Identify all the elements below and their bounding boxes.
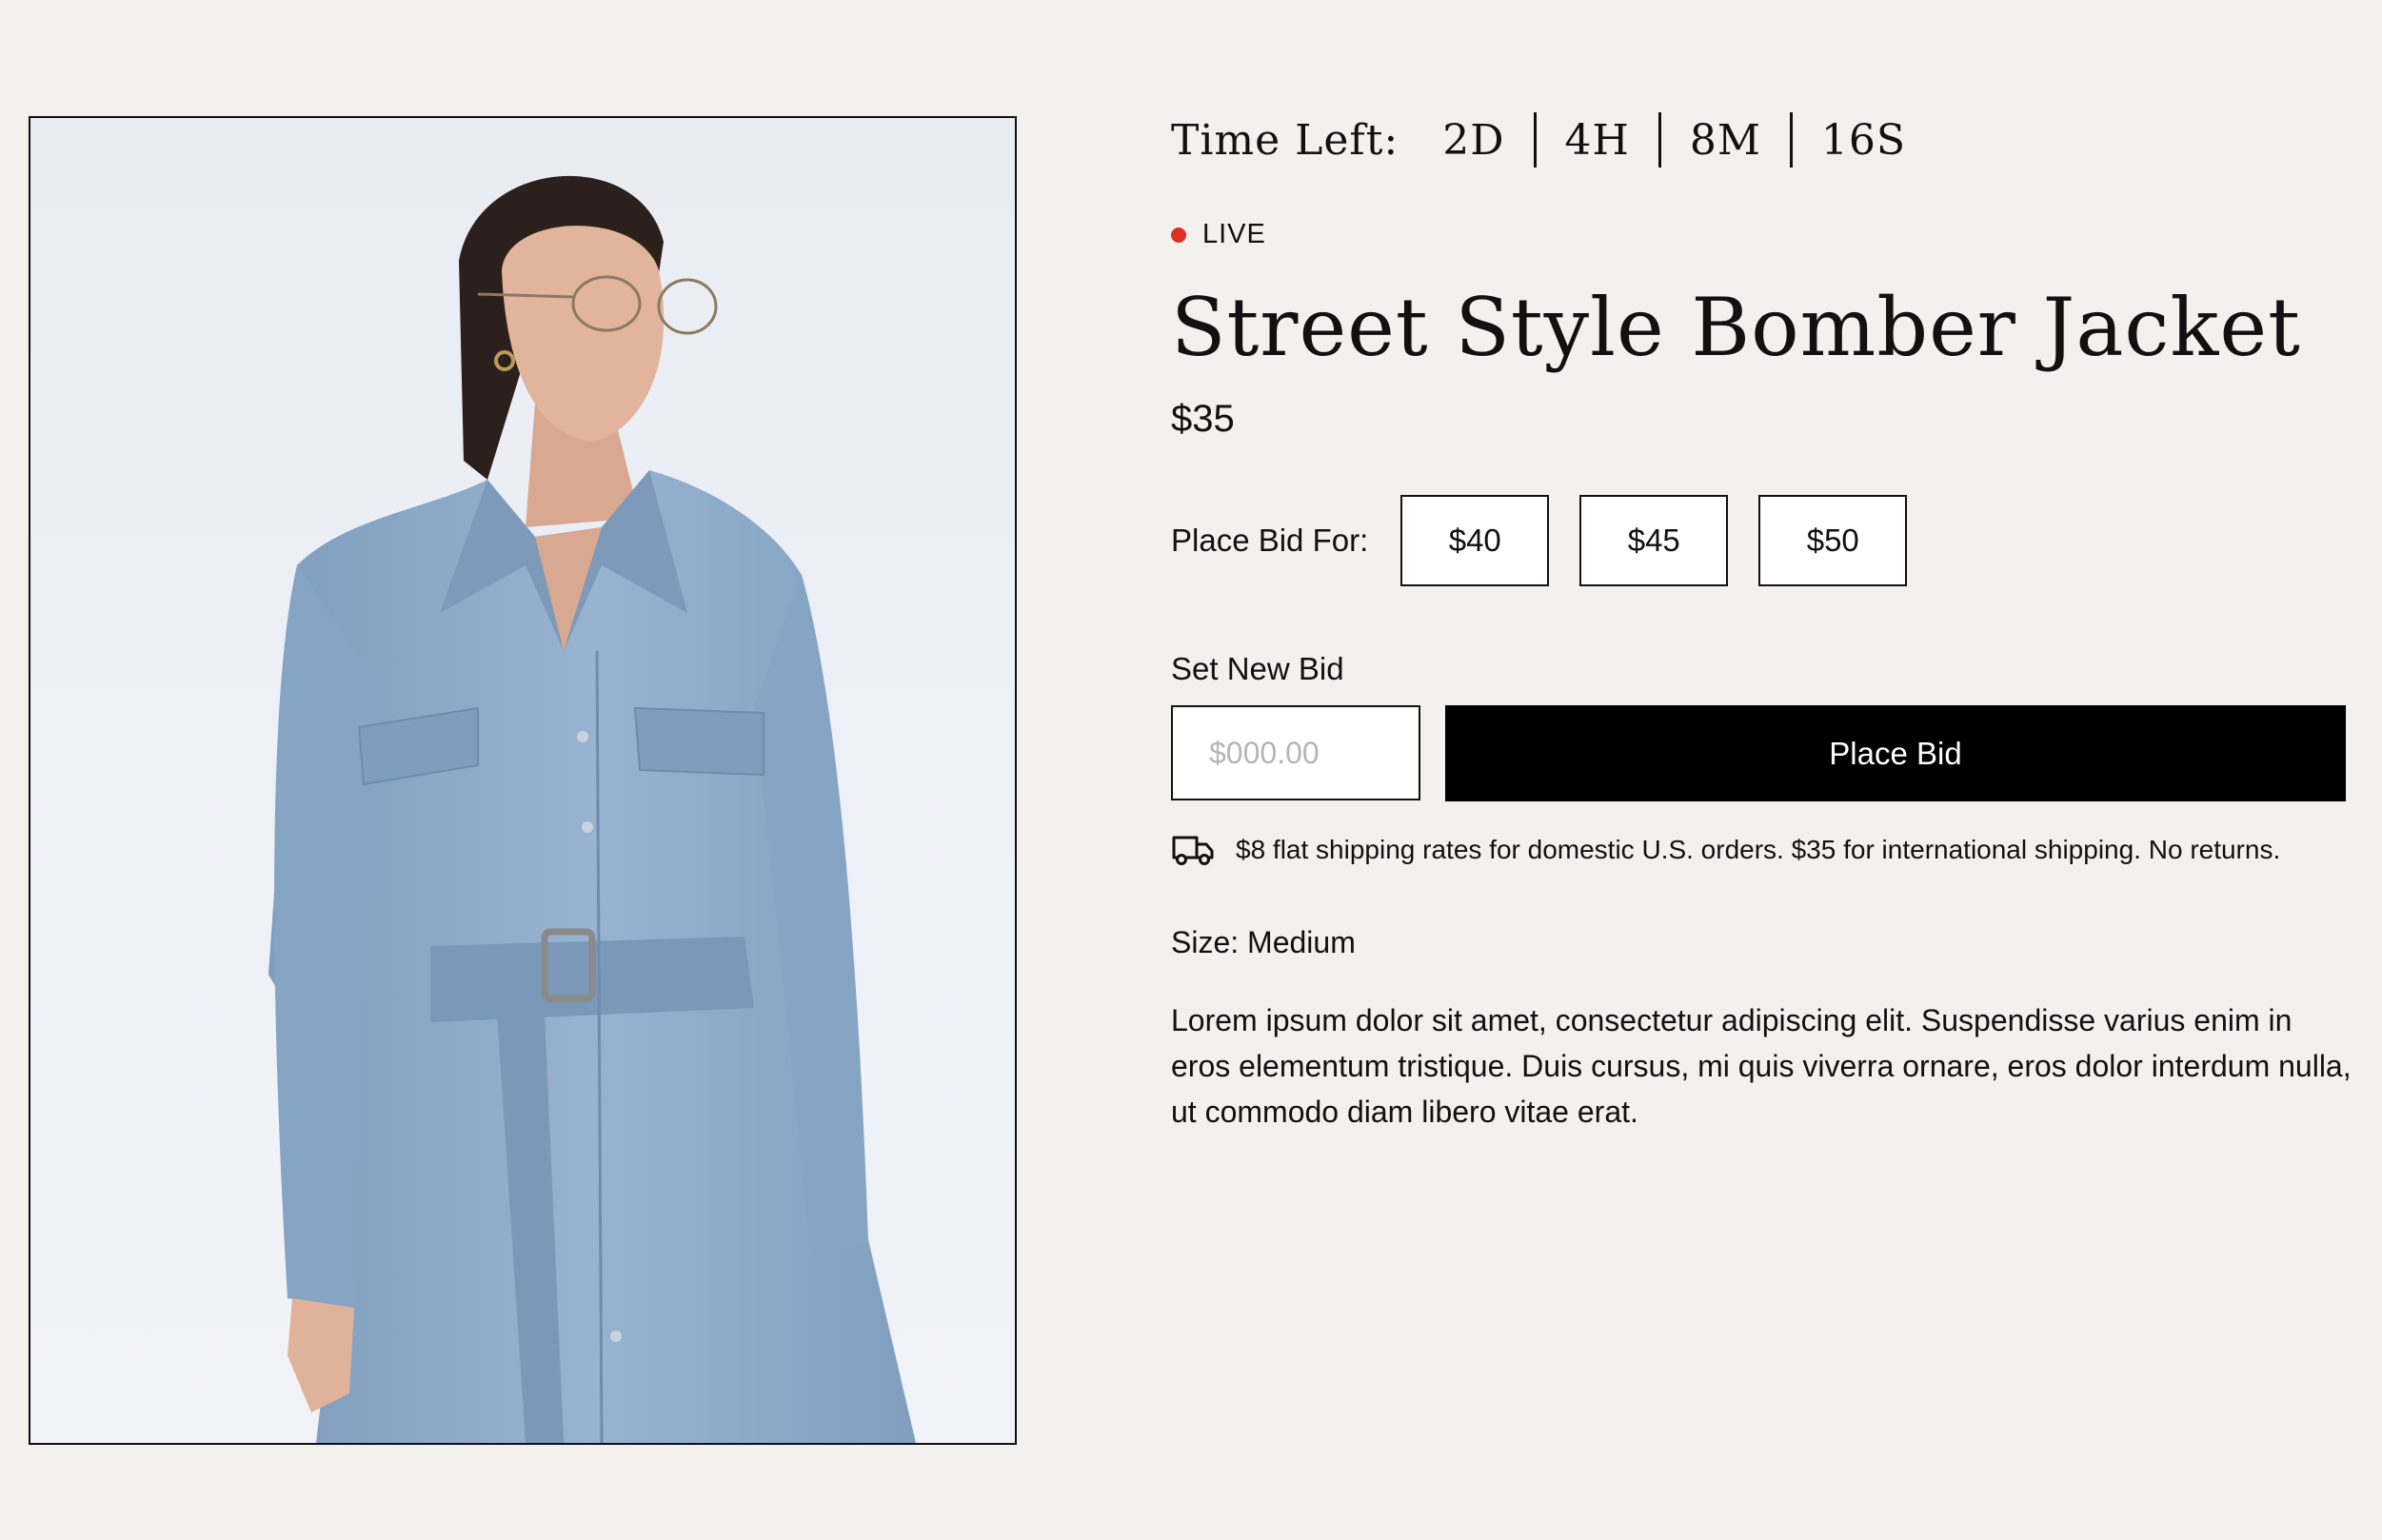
shipping-info: $8 flat shipping rates for domestic U.S.… bbox=[1171, 834, 2280, 866]
live-status-label: LIVE bbox=[1202, 219, 1266, 249]
shipping-text: $8 flat shipping rates for domestic U.S.… bbox=[1236, 835, 2281, 864]
timer-days: 2D bbox=[1442, 115, 1505, 165]
countdown-timer: Time Left: 2D 4H 8M 16S bbox=[1171, 112, 1935, 168]
product-size: Size: Medium bbox=[1171, 925, 1356, 959]
product-price: $35 bbox=[1171, 398, 1235, 440]
product-description: Lorem ipsum dolor sit amet, consectetur … bbox=[1171, 1003, 2352, 1129]
place-bid-button[interactable]: Place Bid bbox=[1445, 705, 2346, 801]
product-title: Street Style Bomber Jacket bbox=[1171, 281, 2301, 374]
quick-bid-row: Place Bid For: $40 $45 $50 bbox=[1171, 495, 1937, 586]
truck-icon bbox=[1172, 836, 1214, 865]
live-dot-icon bbox=[1171, 227, 1186, 243]
set-new-bid-label: Set New Bid bbox=[1171, 651, 1344, 686]
bid-option-button[interactable]: $40 bbox=[1400, 495, 1550, 586]
timer-seconds: 16S bbox=[1820, 115, 1907, 165]
bid-option-button[interactable]: $45 bbox=[1579, 495, 1729, 586]
product-image bbox=[29, 116, 1017, 1445]
product-photo-illustration bbox=[268, 175, 916, 1443]
bid-amount-input[interactable] bbox=[1171, 705, 1420, 800]
timer-minutes: 8M bbox=[1689, 115, 1761, 165]
live-status-badge: LIVE bbox=[1171, 219, 1266, 250]
quick-bid-label: Place Bid For: bbox=[1171, 523, 1369, 558]
timer-label: Time Left: bbox=[1171, 115, 1399, 165]
timer-hours: 4H bbox=[1564, 115, 1630, 165]
bid-option-button[interactable]: $50 bbox=[1758, 495, 1908, 586]
